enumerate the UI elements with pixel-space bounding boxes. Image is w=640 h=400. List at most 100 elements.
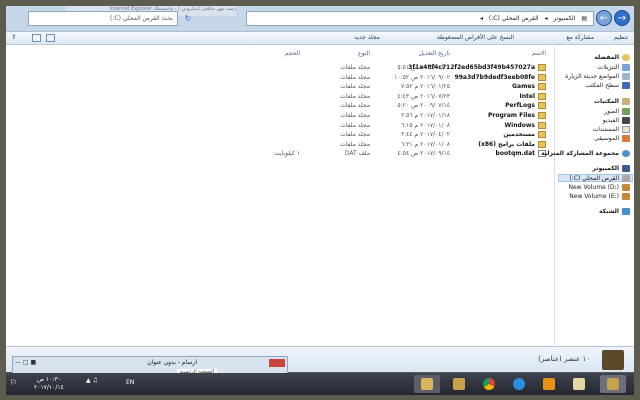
library-icon [453, 378, 465, 390]
item-count: ١٠ عنصر (عناصر) [538, 355, 590, 363]
file-date: ٢٠١٧/٠١/٠٨ م ٦:١٥ [400, 121, 450, 129]
nav-computer[interactable]: الكمبيوتر [593, 165, 630, 173]
explorer-window: → ← رمت مهر ساقتي (مكروني ) - ماسيسلاد I… [6, 6, 634, 372]
nav-drive-d[interactable]: New Volume (D:) [568, 184, 630, 192]
help-icon[interactable]: ? [12, 34, 15, 41]
tray-icons[interactable]: ▲ ♫ [86, 377, 98, 384]
taskbar: ١٠:٣٠ ص ٢٠١٧/١٠/١٤ ⚐ ▲ ♫ EN [6, 373, 634, 395]
breadcrumb-drive-c[interactable]: القرص المحلي (C:) [489, 15, 539, 22]
view-options-icon[interactable] [46, 34, 55, 42]
start-button[interactable] [600, 375, 626, 393]
file-row[interactable]: 99a3d7b9dedf3eeb08fe ٢٠١٦/٠٩/٠٢ ص ١٠:٥٢ مج… [10, 73, 550, 82]
breadcrumb-computer[interactable]: الكمبيوتر [553, 15, 575, 22]
taskbar-explorer-folder[interactable] [414, 375, 440, 393]
nav-desktop[interactable]: سطح المكتب [585, 82, 630, 90]
forward-button[interactable]: ← [596, 10, 612, 26]
folder-icon [538, 121, 546, 129]
nav-recent-places[interactable]: المواضع حديثة الزيارة [565, 73, 630, 81]
file-name: Intel [520, 92, 546, 101]
file-date: ٢٠١٧/٠٤/٠٢ م ٣:٤٤ [400, 131, 450, 139]
address-bar-area: → ← رمت مهر ساقتي (مكروني ) - ماسيسلاد I… [6, 6, 634, 32]
nav-drive-e[interactable]: New Volume (E:) [569, 193, 630, 201]
file-name: Program Files [488, 111, 546, 120]
nav-drive-c[interactable]: القرص المحلي (C:) [558, 174, 633, 182]
file-row[interactable]: ملفات برامج (x86) ٢٠١٧/٠١/٠٨ م ٦:٣١ مجلد م… [10, 140, 550, 149]
nav-downloads[interactable]: التنزيلات [598, 64, 630, 72]
file-date: ٢٠٠٩/٠٧/١٤ ص ٥:٢٠ [397, 102, 450, 110]
taskbar-media-player[interactable] [536, 375, 562, 393]
file-type: مجلد ملفات [340, 73, 370, 81]
taskbar-paint[interactable] [566, 375, 592, 393]
file-type: مجلد ملفات [340, 140, 370, 148]
new-folder-button[interactable]: مجلد جديد [354, 34, 380, 41]
window-controls[interactable]: ■ □ — [15, 359, 36, 366]
nav-pictures[interactable]: الصور [604, 108, 630, 116]
folder-icon [538, 83, 546, 91]
file-row[interactable]: Windows ٢٠١٧/٠١/٠٨ م ٦:١٥ مجلد ملفات [10, 121, 550, 130]
nav-favorites[interactable]: المفضلة [594, 54, 630, 62]
search-input[interactable]: بحث القرص المحلي (C:) [28, 11, 178, 26]
chrome-icon [483, 378, 495, 390]
nav-documents[interactable]: المستندات [593, 126, 630, 134]
column-header-type[interactable]: النوع [358, 50, 370, 57]
folder-icon [538, 102, 546, 110]
close-button[interactable] [269, 359, 285, 367]
burn-button[interactable]: النسخ على الأقراص المضغوطة [437, 34, 514, 41]
star-icon [622, 54, 630, 61]
file-name: PerfLogs [505, 101, 546, 110]
file-name: bootqm.dat [496, 149, 546, 158]
preview-pane-icon[interactable] [32, 34, 41, 42]
column-header-date[interactable]: تاريخ التعديل [419, 50, 450, 57]
file-type: مجلد ملفات [340, 64, 370, 71]
nav-homegroup[interactable]: مجموعة المشاركة المنزلية [541, 150, 630, 158]
paint-window-title: ارسام - بدون عنوان [147, 359, 197, 366]
file-row[interactable]: bootqm.dat ٢٠١٧/٠٩/١٤ ص ٤:٥٤ ملف DAT ١ كيلو… [10, 149, 550, 158]
breadcrumb-separator: ◂ [544, 15, 548, 22]
column-header-size[interactable]: الحجم [285, 50, 300, 57]
file-row[interactable]: Program Files ٢٠١٧/٠١/١٨ م ٢:٥٦ مجلد ملفات [10, 111, 550, 120]
file-row[interactable]: 3f1a48f4c712f2ed65bd3f49b457027a ٢٠١٥/٠١/… [10, 63, 550, 72]
file-type: مجلد ملفات [340, 112, 370, 119]
file-name: ملفات برامج (x86) [478, 140, 546, 149]
folder-icon [538, 92, 546, 100]
language-indicator[interactable]: EN [126, 379, 134, 386]
file-type: مجلد ملفات [340, 92, 370, 100]
folder-icon [421, 378, 433, 390]
refresh-icon[interactable]: ↻ [182, 11, 194, 26]
desktop-icon [622, 82, 630, 89]
paint-icon [573, 378, 585, 390]
nav-music[interactable]: الموسيقى [594, 135, 630, 143]
file-type: مجلد ملفات [340, 102, 370, 110]
music-icon [622, 135, 630, 142]
file-type: مجلد ملفات [340, 83, 370, 91]
folder-icon [538, 112, 546, 119]
file-type: ملف DAT [344, 150, 370, 158]
start-orb-icon [607, 378, 619, 390]
taskbar-chrome[interactable] [476, 375, 502, 393]
file-size: ١ كيلوبايت [274, 150, 300, 158]
action-center-icon[interactable]: ⚐ [10, 378, 17, 387]
clock[interactable]: ١٠:٣٠ ص ٢٠١٧/١٠/١٤ [34, 376, 64, 392]
internet-explorer-icon [513, 378, 525, 390]
column-header-name[interactable]: الاسم [532, 50, 546, 57]
organize-button[interactable]: تنظيم [614, 34, 628, 41]
file-date: ٢٠١٥/٠١/٢٠ ص ٥:٥١ [397, 64, 450, 71]
file-row[interactable]: PerfLogs ٢٠٠٩/٠٧/١٤ ص ٥:٢٠ مجلد ملفات [10, 101, 550, 110]
nav-videos[interactable]: الفيديو [603, 117, 630, 125]
file-name: Windows [505, 121, 546, 130]
taskbar-ie[interactable] [506, 375, 532, 393]
nav-network[interactable]: الشبكة [599, 208, 630, 216]
back-button[interactable]: → [614, 10, 630, 26]
libraries-icon [622, 98, 630, 105]
share-with-button[interactable]: مشاركة مع [566, 34, 594, 41]
taskbar-library[interactable] [446, 375, 472, 393]
documents-icon [622, 126, 630, 133]
file-type: مجلد ملفات [340, 121, 370, 129]
pictures-icon [622, 108, 630, 115]
file-row[interactable]: Intel ٢٠١٦/٠٧/٢٣ ص ٤:٤٣ مجلد ملفات [10, 92, 550, 101]
nav-libraries[interactable]: المكتبات [594, 98, 630, 106]
address-bar[interactable]: ▤ الكمبيوتر ◂ القرص المحلي (C:) ◂ [246, 11, 594, 26]
file-row[interactable]: مستخدمين ٢٠١٧/٠٤/٠٢ م ٣:٤٤ مجلد ملفات [10, 130, 550, 139]
file-name: 99a3d7b9dedf3eeb08fe [455, 73, 546, 82]
file-row[interactable]: Games ٢٠١٦/٠١/٢٥ م ٧:٥٢ مجلد ملفات [10, 82, 550, 91]
